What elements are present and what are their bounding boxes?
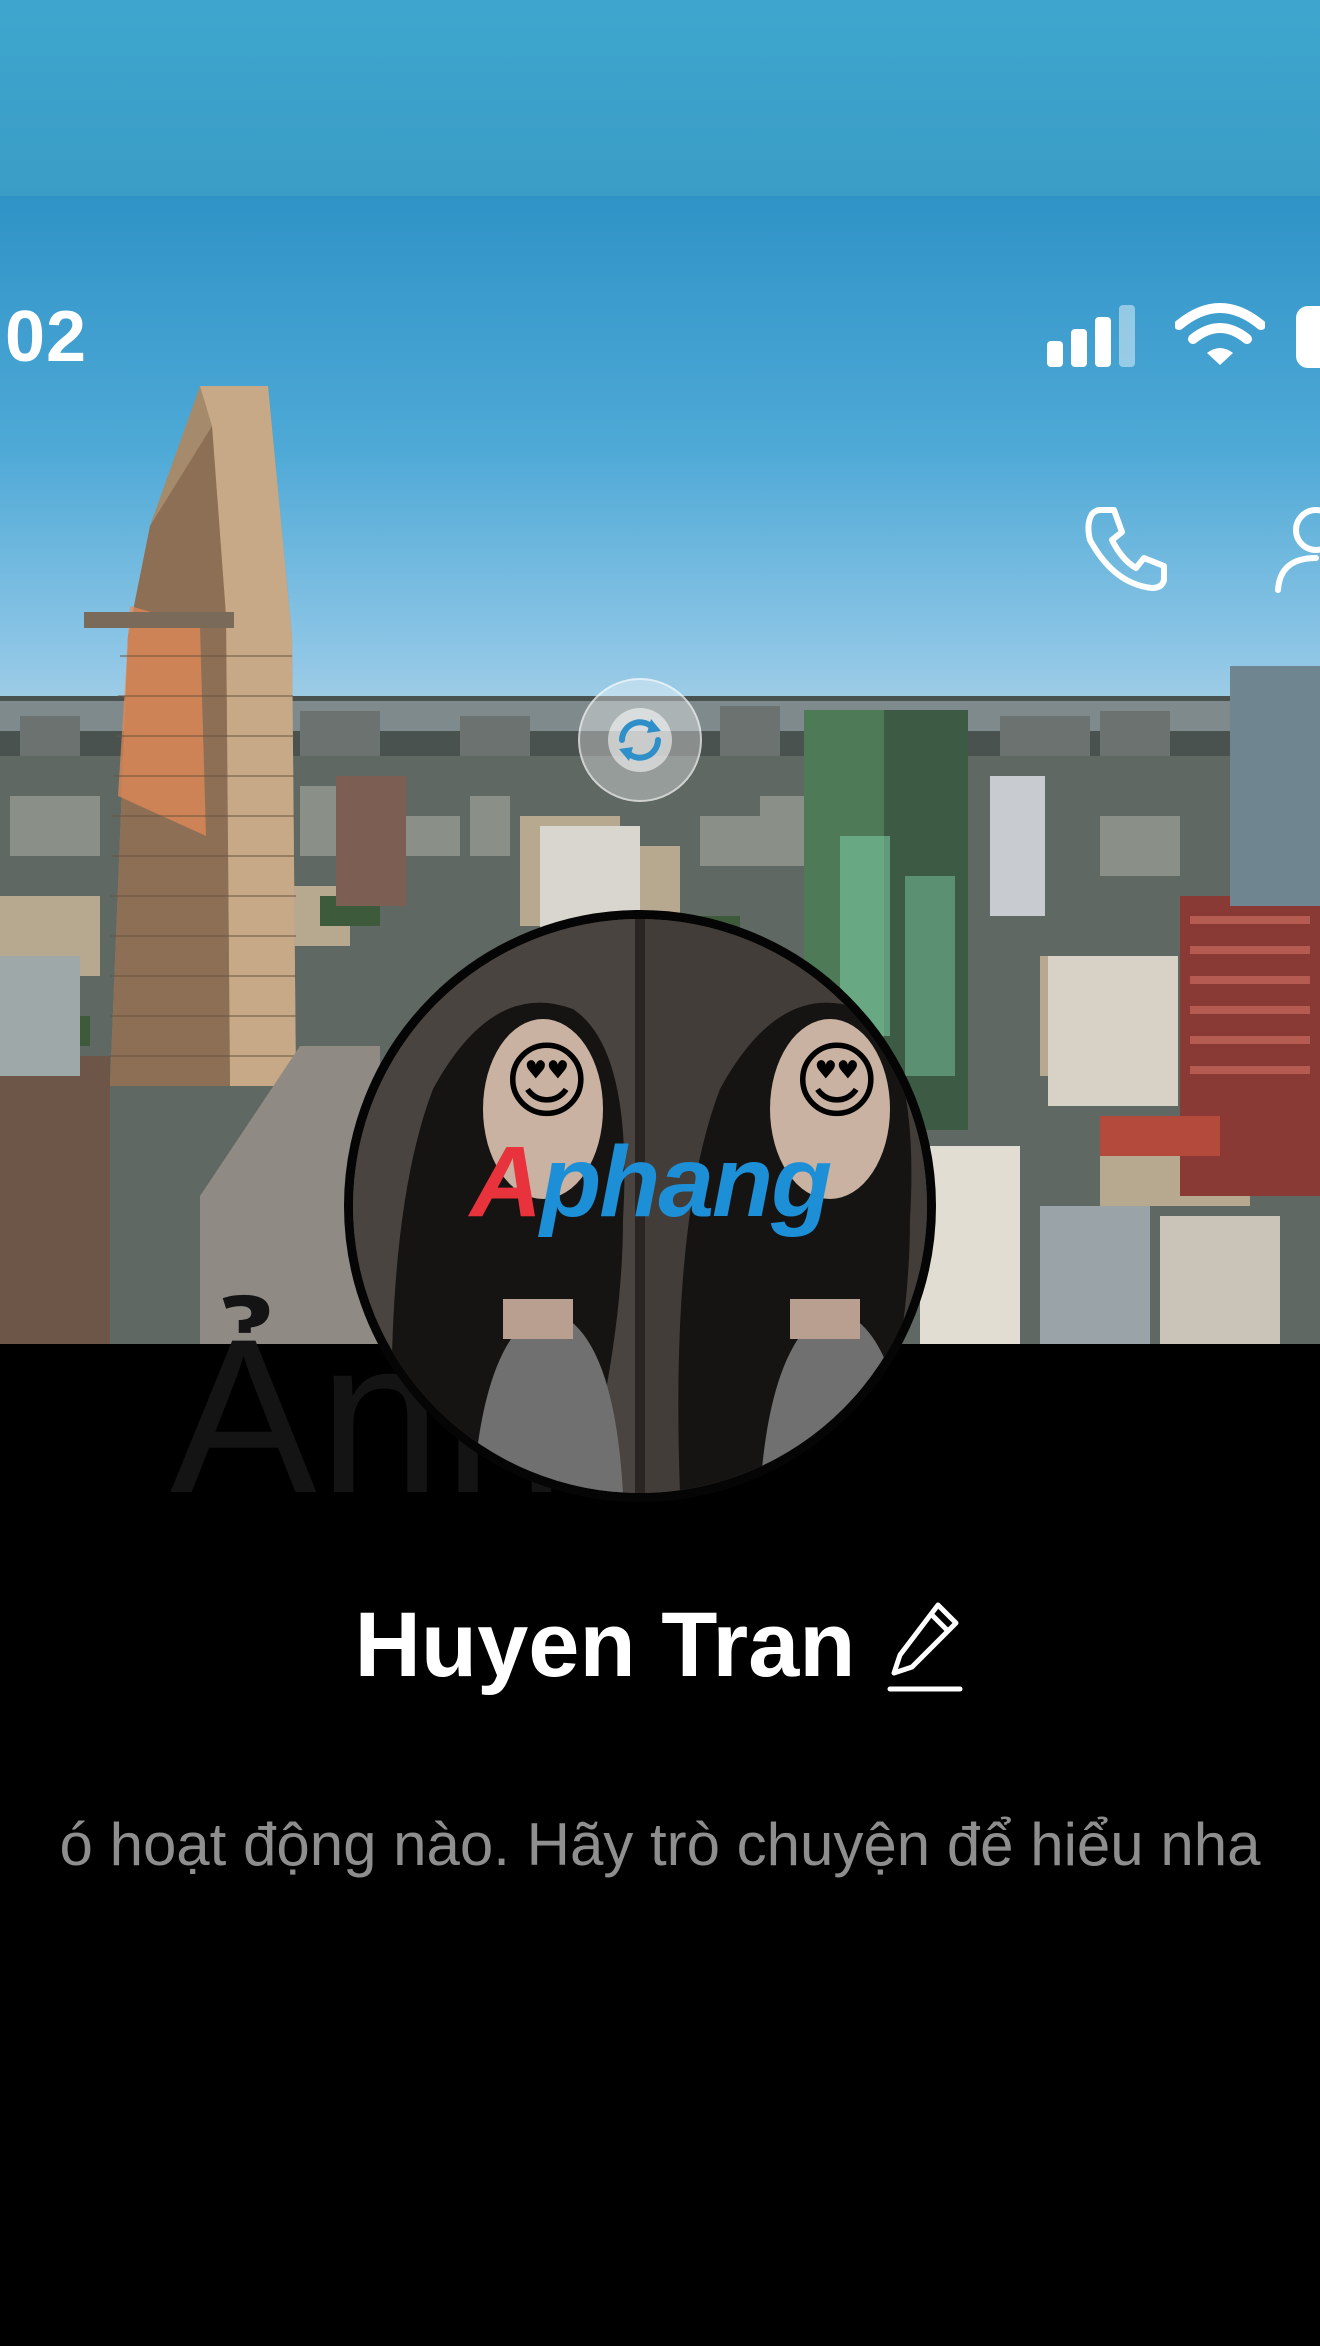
brand-suffix: phang — [540, 1126, 832, 1238]
emoji-sticker-left: 😍 — [503, 1034, 591, 1128]
top-band — [0, 0, 1320, 196]
edit-name-button[interactable] — [886, 1597, 966, 1693]
profile-screen: :02 Ảnh b — [0, 0, 1320, 2346]
phone-icon — [1085, 507, 1167, 591]
profile-name-row: Huyen Tran — [0, 1590, 1320, 1700]
profile-name: Huyen Tran — [354, 1593, 856, 1696]
cellular-signal-icon — [1047, 305, 1135, 367]
pencil-icon — [887, 1602, 962, 1692]
call-button[interactable] — [1078, 500, 1174, 596]
add-friend-button[interactable] — [1270, 500, 1320, 596]
brand-prefix: A — [470, 1126, 542, 1238]
change-cover-button[interactable] — [578, 678, 702, 802]
brand-watermark-logo: Aphang — [470, 1125, 832, 1240]
emoji-sticker-right: 😍 — [793, 1034, 881, 1128]
status-time: :02 — [0, 297, 88, 377]
battery-icon — [1296, 306, 1320, 368]
empty-activity-message: ó hoạt động nào. Hãy trò chuyện để hiểu … — [59, 1811, 1261, 1878]
add-friend-icon — [1275, 507, 1320, 593]
refresh-camera-icon — [608, 708, 672, 772]
wifi-icon — [1175, 303, 1265, 365]
